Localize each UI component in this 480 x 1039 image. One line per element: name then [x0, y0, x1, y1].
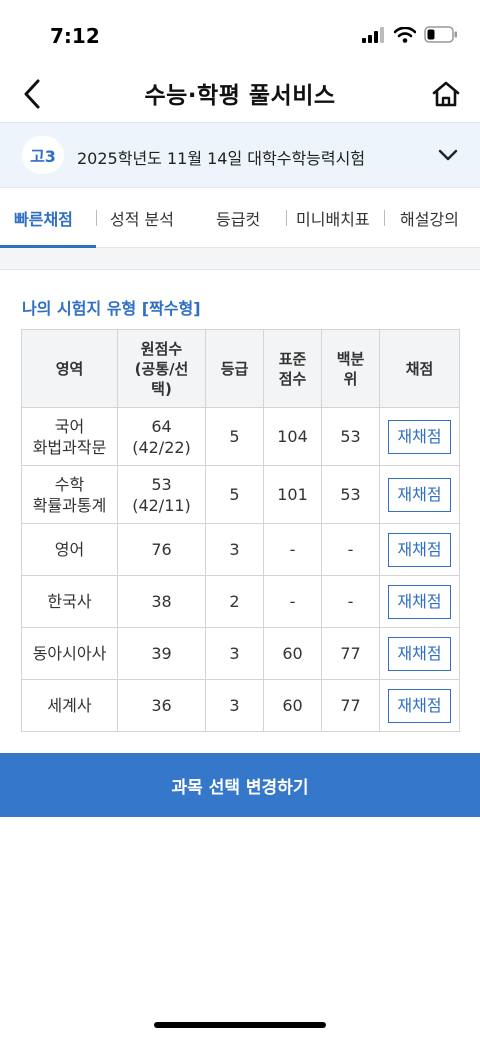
subject-cell: 수학 확률과통계 — [21, 465, 118, 524]
subject-name: 국어 — [54, 416, 85, 436]
header-raw-score: 원점수 (공통/선 택) — [117, 329, 206, 408]
rescore-button[interactable]: 재채점 — [388, 688, 451, 723]
raw-score-cell: 53 (42/11) — [117, 465, 206, 524]
raw-score-cell: 38 — [117, 575, 206, 628]
grade-cell: 5 — [205, 407, 264, 466]
exam-selector[interactable]: 고3 2025학년도 11월 14일 대학수학능력시험 — [0, 122, 480, 188]
subject-elective: 확률과통계 — [32, 495, 107, 515]
tab-divider — [286, 210, 287, 226]
grade-cell: 3 — [205, 523, 264, 576]
standard-score-cell: 104 — [263, 407, 322, 466]
standard-score-cell: 60 — [263, 627, 322, 680]
tab-bar: 빠른채점 성적 분석 등급컷 미니배치표 해설강의 — [0, 188, 480, 248]
tab-score-analysis[interactable]: 성적 분석 — [110, 206, 174, 230]
standard-score-cell: - — [263, 575, 322, 628]
tab-explanation-lecture[interactable]: 해설강의 — [400, 206, 459, 230]
subject-elective: 화법과작문 — [32, 437, 107, 457]
raw-score-breakdown: (42/11) — [132, 495, 191, 515]
header-standard-score: 표준 점수 — [263, 329, 322, 408]
header-percentile: 백분 위 — [321, 329, 380, 408]
battery-icon — [424, 26, 458, 47]
subject-cell: 세계사 — [21, 679, 118, 732]
standard-score-cell: 60 — [263, 679, 322, 732]
cellular-signal-icon — [362, 26, 386, 47]
table-header-row: 영역 원점수 (공통/선 택) 등급 표준 점수 백분 위 채점 — [21, 329, 460, 408]
header-std-line: 점수 — [278, 369, 307, 388]
mark-cell: 재채점 — [379, 523, 460, 576]
mark-cell: 재채점 — [379, 627, 460, 680]
header-mark: 채점 — [379, 329, 460, 408]
tab-quick-scoring[interactable]: 빠른채점 — [14, 206, 73, 230]
mark-cell: 재채점 — [379, 407, 460, 466]
header-raw-line: 원점수 — [140, 339, 183, 358]
subject-name: 수학 — [54, 474, 85, 494]
raw-score-cell: 76 — [117, 523, 206, 576]
grade-badge: 고3 — [22, 136, 64, 174]
exam-title: 2025학년도 11월 14일 대학수학능력시험 — [77, 149, 366, 168]
change-subject-button[interactable]: 과목 선택 변경하기 — [0, 753, 480, 817]
header-pct-line: 위 — [343, 369, 358, 388]
tab-mini-placement[interactable]: 미니배치표 — [296, 206, 370, 230]
rescore-button[interactable]: 재채점 — [388, 584, 451, 619]
header-raw-line: 택) — [151, 379, 172, 398]
raw-score: 64 — [151, 416, 172, 436]
rescore-button[interactable]: 재채점 — [388, 477, 451, 512]
chevron-down-icon — [438, 146, 458, 165]
header-grade: 등급 — [205, 329, 264, 408]
tab-divider — [384, 210, 385, 226]
mark-cell: 재채점 — [379, 575, 460, 628]
raw-score-breakdown: (42/22) — [132, 437, 191, 457]
percentile-cell: - — [321, 575, 380, 628]
table-row: 국어 화법과작문 64 (42/22) 5 104 53 재채점 — [21, 407, 460, 466]
table-row: 영어 76 3 - - 재채점 — [21, 523, 460, 576]
tab-grade-cut[interactable]: 등급컷 — [216, 206, 260, 230]
mark-cell: 재채점 — [379, 679, 460, 732]
raw-score-cell: 36 — [117, 679, 206, 732]
grade-cell: 2 — [205, 575, 264, 628]
table-row: 한국사 38 2 - - 재채점 — [21, 575, 460, 628]
grade-cell: 3 — [205, 679, 264, 732]
subject-cell: 동아시아사 — [21, 627, 118, 680]
page-title: 수능·학평 풀서비스 — [144, 83, 336, 109]
percentile-cell: 53 — [321, 465, 380, 524]
app-header: 수능·학평 풀서비스 — [0, 70, 480, 122]
tab-divider — [96, 210, 97, 226]
percentile-cell: 53 — [321, 407, 380, 466]
status-time: 7:12 — [50, 24, 100, 48]
subject-cell: 국어 화법과작문 — [21, 407, 118, 466]
standard-score-cell: 101 — [263, 465, 322, 524]
subject-cell: 영어 — [21, 523, 118, 576]
raw-score-cell: 64 (42/22) — [117, 407, 206, 466]
header-raw-line: (공통/선 — [134, 359, 189, 378]
raw-score-cell: 39 — [117, 627, 206, 680]
section-title: 나의 시험지 유형 [짝수형] — [22, 299, 201, 318]
subject-cell: 한국사 — [21, 575, 118, 628]
wifi-icon — [393, 26, 417, 47]
header-std-line: 표준 — [278, 349, 307, 368]
rescore-button[interactable]: 재채점 — [388, 532, 451, 567]
standard-score-cell: - — [263, 523, 322, 576]
header-pct-line: 백분 — [336, 349, 365, 368]
table-row: 수학 확률과통계 53 (42/11) 5 101 53 재채점 — [21, 465, 460, 524]
home-icon — [431, 80, 461, 112]
exam-dropdown-toggle[interactable] — [434, 141, 462, 169]
table-row: 동아시아사 39 3 60 77 재채점 — [21, 627, 460, 680]
grade-cell: 3 — [205, 627, 264, 680]
grade-cell: 5 — [205, 465, 264, 524]
percentile-cell: 77 — [321, 627, 380, 680]
rescore-button[interactable]: 재채점 — [388, 419, 451, 454]
percentile-cell: - — [321, 523, 380, 576]
table-row: 세계사 36 3 60 77 재채점 — [21, 679, 460, 732]
header-subject: 영역 — [21, 329, 118, 408]
raw-score: 53 — [151, 474, 172, 494]
status-icons — [362, 26, 458, 47]
status-bar: 7:12 — [0, 0, 480, 70]
score-table: 영역 원점수 (공통/선 택) 등급 표준 점수 백분 위 채점 국어 화법과작… — [21, 329, 460, 732]
mark-cell: 재채점 — [379, 465, 460, 524]
home-indicator[interactable] — [154, 1022, 326, 1028]
percentile-cell: 77 — [321, 679, 380, 732]
home-button[interactable] — [428, 76, 464, 116]
section-divider — [0, 248, 480, 270]
rescore-button[interactable]: 재채점 — [388, 636, 451, 671]
